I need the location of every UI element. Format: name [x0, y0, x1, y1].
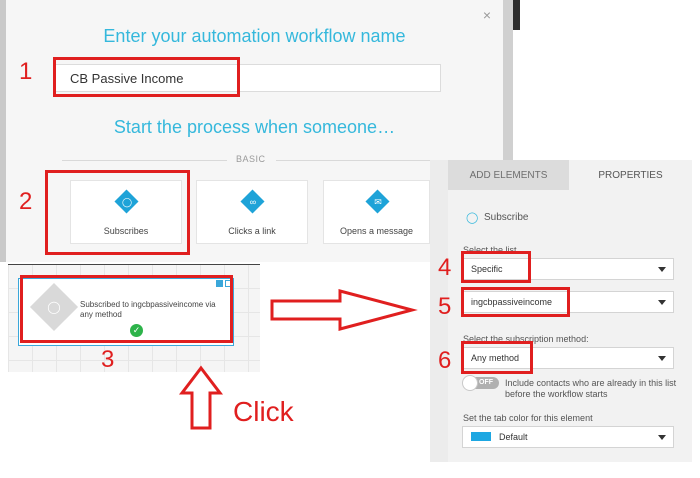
click-annotation-label: Click	[233, 396, 294, 427]
annotation-arrows	[178, 289, 418, 430]
arrow-right-annotation	[270, 289, 418, 331]
arrow-up-annotation	[178, 365, 224, 430]
